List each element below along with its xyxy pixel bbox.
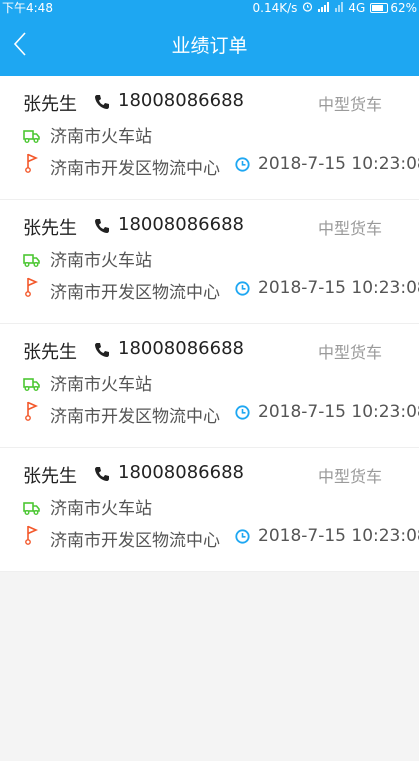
phone-icon	[94, 94, 110, 110]
page-title: 业绩订单	[171, 35, 248, 57]
flag-icon	[25, 277, 38, 297]
clock-icon	[235, 405, 250, 420]
truck-icon	[23, 500, 40, 515]
battery-percent: 62%	[390, 1, 417, 15]
order-time: 2018-7-15 10:23:08	[258, 526, 419, 546]
signal-icon	[318, 0, 330, 16]
phone-number[interactable]: 18008086688	[118, 338, 244, 359]
flag-icon	[25, 153, 38, 173]
order-card[interactable]: 张先生 18008086688 中型货车 济南市火车站 济南市开发区物流中心 2…	[0, 200, 419, 324]
order-card[interactable]: 张先生 18008086688 中型货车 济南市火车站 济南市开发区物流中心 2…	[0, 76, 419, 200]
navbar: 业绩订单	[0, 16, 419, 76]
status-bar: 下午4:48 0.14K/s 4G 62%	[0, 0, 419, 16]
flag-icon	[25, 401, 38, 421]
battery-icon: 62%	[370, 0, 417, 16]
order-time: 2018-7-15 10:23:08	[258, 402, 419, 422]
vehicle-type: 中型货车	[318, 343, 383, 362]
alarm-icon	[302, 0, 313, 16]
start-location: 济南市火车站	[50, 499, 152, 519]
order-list: 张先生 18008086688 中型货车 济南市火车站 济南市开发区物流中心 2…	[0, 76, 419, 572]
vehicle-type: 中型货车	[318, 95, 383, 114]
phone-icon	[94, 466, 110, 482]
order-time: 2018-7-15 10:23:08	[258, 154, 419, 174]
order-time: 2018-7-15 10:23:08	[258, 278, 419, 298]
order-card[interactable]: 张先生 18008086688 中型货车 济南市火车站 济南市开发区物流中心 2…	[0, 324, 419, 448]
header: 下午4:48 0.14K/s 4G 62% 业绩订单	[0, 0, 419, 76]
phone-icon	[94, 218, 110, 234]
clock-icon	[235, 281, 250, 296]
start-location: 济南市火车站	[50, 127, 152, 147]
truck-icon	[23, 252, 40, 267]
contact-name: 张先生	[23, 94, 77, 115]
truck-icon	[23, 128, 40, 143]
clock-icon	[235, 157, 250, 172]
vehicle-type: 中型货车	[318, 467, 383, 486]
phone-icon	[94, 342, 110, 358]
contact-name: 张先生	[23, 218, 77, 239]
end-location: 济南市开发区物流中心	[50, 159, 220, 179]
status-indicators: 0.14K/s 4G 62%	[253, 0, 418, 16]
network-speed: 0.14K/s	[252, 1, 298, 15]
vehicle-type: 中型货车	[318, 219, 383, 238]
contact-name: 张先生	[23, 466, 77, 487]
phone-number[interactable]: 18008086688	[118, 462, 244, 483]
start-location: 济南市火车站	[50, 251, 152, 271]
end-location: 济南市开发区物流中心	[50, 531, 220, 551]
truck-icon	[23, 376, 40, 391]
flag-icon	[25, 525, 38, 545]
order-card[interactable]: 张先生 18008086688 中型货车 济南市火车站 济南市开发区物流中心 2…	[0, 448, 419, 572]
end-location: 济南市开发区物流中心	[50, 407, 220, 427]
status-time: 下午4:48	[2, 1, 53, 15]
phone-number[interactable]: 18008086688	[118, 214, 244, 235]
signal-secondary-icon	[335, 0, 344, 16]
end-location: 济南市开发区物流中心	[50, 283, 220, 303]
clock-icon	[235, 529, 250, 544]
phone-number[interactable]: 18008086688	[118, 90, 244, 111]
contact-name: 张先生	[23, 342, 77, 363]
start-location: 济南市火车站	[50, 375, 152, 395]
network-type: 4G	[348, 1, 366, 15]
